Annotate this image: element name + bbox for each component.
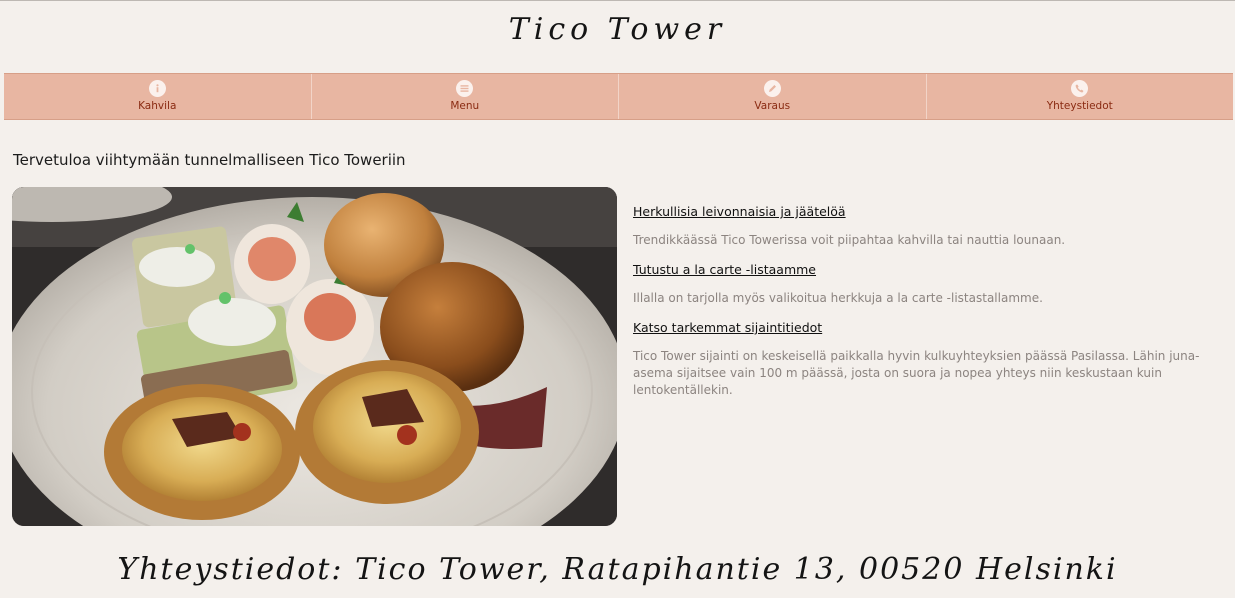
nav-label: Varaus — [754, 100, 791, 112]
a-la-carte-link[interactable]: Tutustu a la carte -listaamme — [633, 262, 1213, 277]
top-border — [0, 0, 1235, 1]
pastries-link[interactable]: Herkullisia leivonnaisia ja jäätelöä — [633, 204, 1213, 219]
phone-icon — [1071, 80, 1089, 97]
pastry-plate-image — [12, 187, 617, 526]
menu-icon — [456, 80, 474, 97]
info-column: Herkullisia leivonnaisia ja jäätelöä Tre… — [633, 204, 1213, 412]
info-icon — [148, 80, 166, 97]
location-link[interactable]: Katso tarkemmat sijaintitiedot — [633, 320, 1213, 335]
pencil-icon — [763, 80, 781, 97]
site-title: Tico Tower — [508, 12, 727, 47]
nav-label: Yhteystiedot — [1046, 100, 1113, 112]
location-text: Tico Tower sijainti on keskeisellä paikk… — [633, 349, 1200, 397]
nav-item-varaus[interactable]: Varaus — [619, 74, 927, 119]
nav-item-yhteystiedot[interactable]: Yhteystiedot — [927, 74, 1234, 119]
nav-label: Menu — [450, 100, 480, 112]
nav-item-menu[interactable]: Menu — [312, 74, 619, 119]
nav-item-kahvila[interactable]: Kahvila — [4, 74, 312, 119]
main-nav: Kahvila Menu Varaus Yhteystiedot — [4, 73, 1233, 120]
a-la-carte-text: Illalla on tarjolla myös valikoitua herk… — [633, 291, 1043, 305]
welcome-heading: Tervetuloa viihtymään tunnelmalliseen Ti… — [13, 151, 406, 169]
pastries-text: Trendikkäässä Tico Towerissa voit piipah… — [633, 233, 1066, 247]
nav-label: Kahvila — [138, 100, 177, 112]
footer-contact: Yhteystiedot: Tico Tower, Ratapihantie 1… — [117, 552, 1118, 587]
